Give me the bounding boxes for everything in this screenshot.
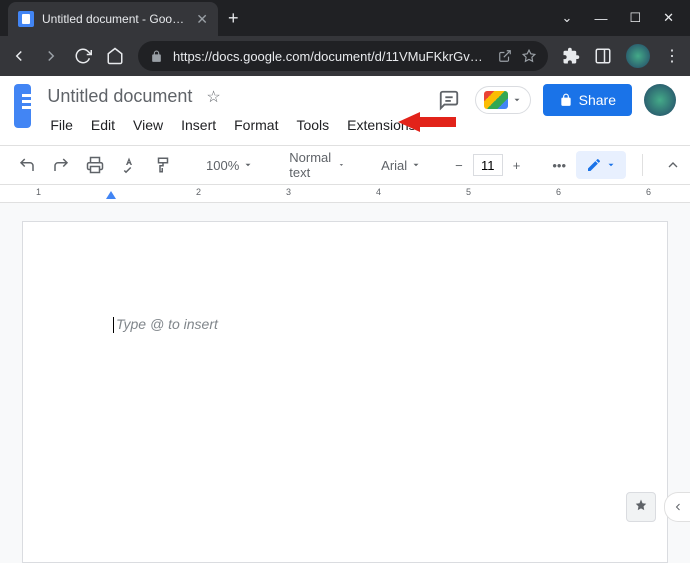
ruler[interactable]: 1 2 3 4 5 6 6 (0, 185, 690, 203)
document-placeholder: Type @ to insert (116, 316, 218, 332)
user-avatar[interactable] (644, 84, 676, 116)
chevron-down-icon (606, 160, 616, 170)
menu-view[interactable]: View (126, 113, 170, 137)
new-tab-button[interactable]: + (228, 8, 239, 29)
browser-profile-avatar[interactable] (626, 44, 650, 68)
menu-tools[interactable]: Tools (289, 113, 336, 137)
lock-icon (150, 50, 163, 63)
menu-bar: File Edit View Insert Format Tools Exten… (43, 113, 422, 137)
window-minimize-button[interactable]: ― (594, 11, 607, 26)
explore-button[interactable] (626, 492, 656, 522)
separator (642, 154, 643, 176)
docs-favicon (18, 11, 34, 27)
extensions-puzzle-icon[interactable] (562, 47, 580, 65)
ruler-tick: 3 (286, 187, 291, 197)
font-size-decrease[interactable]: − (449, 154, 469, 177)
menu-file[interactable]: File (43, 113, 80, 137)
ruler-tick: 6 (556, 187, 561, 197)
redo-button[interactable] (46, 152, 76, 178)
font-size-increase[interactable]: + (507, 154, 527, 177)
nav-back-button[interactable] (10, 47, 28, 65)
collapse-toolbar-button[interactable] (659, 153, 687, 177)
ruler-tick: 1 (36, 187, 41, 197)
more-tools-button[interactable]: ••• (546, 154, 572, 177)
ruler-tick: 4 (376, 187, 381, 197)
document-page[interactable]: Type @ to insert (22, 221, 668, 563)
docs-logo-icon[interactable] (14, 84, 31, 128)
print-button[interactable] (80, 152, 110, 178)
chevron-down-icon (512, 95, 522, 105)
panels-icon[interactable] (594, 47, 612, 65)
browser-tab[interactable]: Untitled document - Google Docs ✕ (8, 2, 218, 36)
indent-marker-icon[interactable] (106, 191, 116, 199)
docs-header: Untitled document ☆ File Edit View Inser… (0, 76, 690, 137)
menu-extensions[interactable]: Extensions (340, 113, 422, 137)
share-label: Share (579, 92, 616, 108)
window-controls: ⌄ ― ☐ ✕ (562, 10, 690, 26)
browser-address-bar: https://docs.google.com/document/d/11VMu… (0, 36, 690, 76)
tab-close-button[interactable]: ✕ (196, 11, 208, 28)
window-dropdown-icon[interactable]: ⌄ (562, 10, 573, 26)
window-maximize-button[interactable]: ☐ (629, 10, 641, 26)
star-button[interactable]: ☆ (206, 87, 220, 107)
pencil-icon (586, 157, 602, 173)
tab-title: Untitled document - Google Docs (42, 12, 188, 26)
nav-home-button[interactable] (106, 47, 124, 65)
nav-forward-button[interactable] (42, 47, 60, 65)
chevron-down-icon (338, 160, 345, 170)
editing-mode-button[interactable] (576, 151, 626, 179)
font-value: Arial (381, 158, 407, 173)
zoom-combo[interactable]: 100% (198, 154, 261, 177)
bookmark-star-icon[interactable] (522, 49, 536, 63)
lock-icon (559, 93, 573, 107)
ruler-tick: 5 (466, 187, 471, 197)
workspace: Type @ to insert (0, 203, 690, 563)
menu-insert[interactable]: Insert (174, 113, 223, 137)
toolbar: 100% Normal text Arial − + ••• (0, 145, 690, 185)
chevron-down-icon (411, 160, 421, 170)
share-button[interactable]: Share (543, 84, 632, 116)
chevron-down-icon (243, 160, 253, 170)
share-url-icon[interactable] (498, 49, 512, 63)
menu-edit[interactable]: Edit (84, 113, 122, 137)
style-combo[interactable]: Normal text (281, 146, 353, 184)
browser-menu-button[interactable]: ⋮ (664, 46, 680, 66)
side-panel-toggle[interactable] (664, 492, 690, 522)
ruler-tick: 6 (646, 187, 651, 197)
text-cursor (113, 317, 114, 333)
window-close-button[interactable]: ✕ (663, 10, 674, 26)
font-size-input[interactable] (473, 154, 503, 176)
zoom-value: 100% (206, 158, 239, 173)
paint-format-button[interactable] (148, 152, 178, 178)
browser-titlebar: Untitled document - Google Docs ✕ + ⌄ ― … (0, 0, 690, 36)
ruler-tick: 2 (196, 187, 201, 197)
document-title-input[interactable]: Untitled document (43, 84, 196, 109)
undo-button[interactable] (12, 152, 42, 178)
font-combo[interactable]: Arial (373, 154, 429, 177)
url-text: https://docs.google.com/document/d/11VMu… (173, 49, 488, 64)
menu-format[interactable]: Format (227, 113, 285, 137)
spellcheck-button[interactable] (114, 152, 144, 178)
style-value: Normal text (289, 150, 334, 180)
meet-button[interactable] (475, 86, 531, 114)
meet-icon (484, 91, 508, 109)
comments-button[interactable] (435, 86, 463, 114)
url-input[interactable]: https://docs.google.com/document/d/11VMu… (138, 41, 548, 71)
nav-reload-button[interactable] (74, 47, 92, 65)
